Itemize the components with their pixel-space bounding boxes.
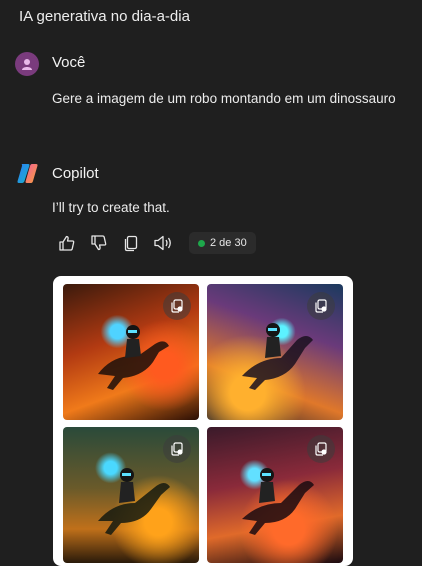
conversation-title: IA generativa no dia-a-dia (19, 8, 190, 25)
user-message: Gere a imagem de um robo montando em um … (52, 91, 396, 106)
user-icon (22, 59, 32, 70)
robot-dinosaur-image (98, 468, 170, 535)
thumbs-up-icon (59, 235, 75, 251)
thumbs-down-icon (91, 235, 107, 251)
robot-dinosaur-image (242, 468, 314, 535)
usage-counter-text: 2 de 30 (210, 237, 247, 249)
copy-image-button[interactable] (307, 435, 335, 463)
copy-image-button[interactable] (163, 292, 191, 320)
generated-image-1[interactable] (63, 284, 199, 420)
copy-image-button[interactable] (307, 292, 335, 320)
assistant-message: I’ll try to create that. (52, 200, 170, 215)
assistant-name: Copilot (52, 165, 99, 182)
speaker-icon (154, 235, 171, 251)
copilot-logo-icon (17, 164, 38, 183)
image-results-card (53, 276, 353, 566)
copy-image-button[interactable] (163, 435, 191, 463)
robot-dinosaur-image (98, 325, 169, 390)
read-aloud-button[interactable] (151, 231, 175, 255)
generated-image-2[interactable] (207, 284, 343, 420)
user-avatar (15, 52, 39, 76)
message-actions: 2 de 30 (55, 231, 256, 255)
thumbs-up-button[interactable] (55, 231, 79, 255)
user-name: Você (52, 54, 86, 71)
generated-image-4[interactable] (207, 427, 343, 563)
status-dot (198, 239, 205, 247)
copy-image-icon (171, 442, 183, 456)
copy-image-icon (171, 299, 183, 313)
copy-button[interactable] (119, 231, 143, 255)
generated-image-3[interactable] (63, 427, 199, 563)
copy-image-icon (315, 299, 327, 313)
robot-dinosaur-image (242, 323, 313, 390)
copy-icon (124, 235, 138, 252)
thumbs-down-button[interactable] (87, 231, 111, 255)
copy-image-icon (315, 442, 327, 456)
usage-counter-badge: 2 de 30 (189, 232, 256, 254)
